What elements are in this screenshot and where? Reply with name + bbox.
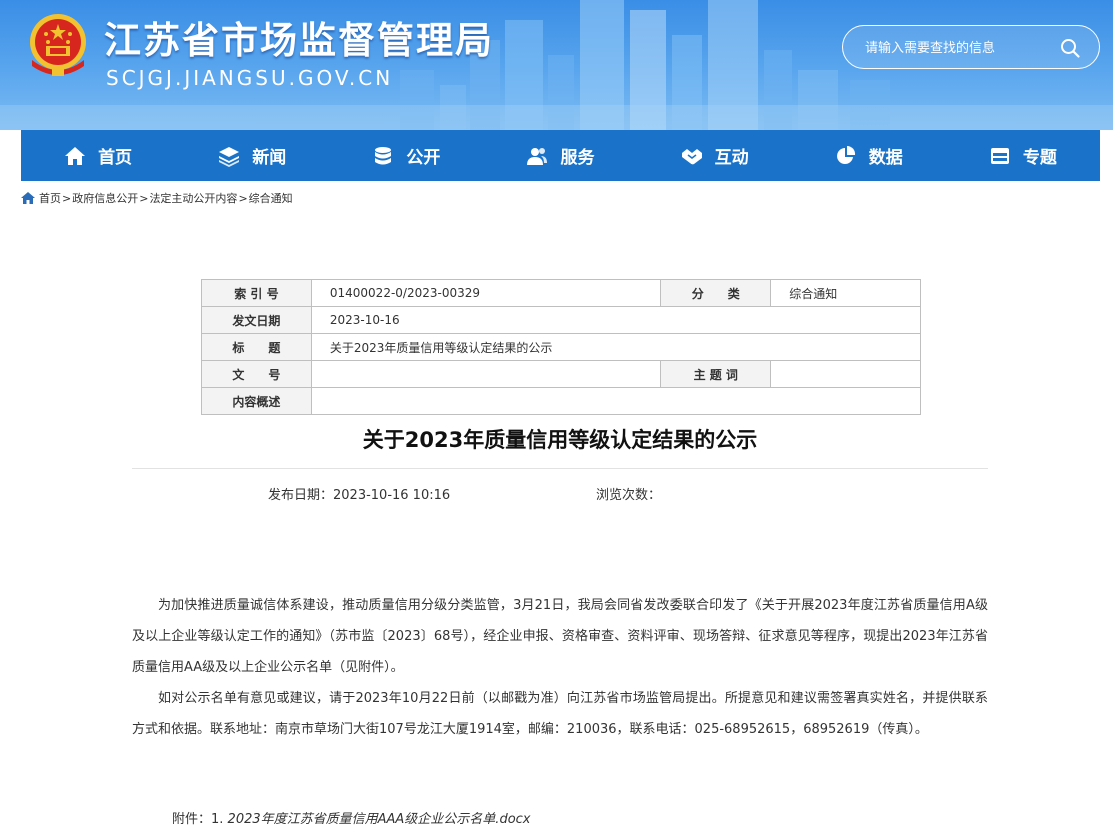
window-icon [990,147,1009,164]
article-paragraph: 为加快推进质量诚信体系建设，推动质量信用分级分类监管，3月21日，我局会同省发改… [132,598,988,675]
nav-item-label: 公开 [406,148,441,168]
breadcrumb-separator: > [62,191,72,205]
index-value: 01400022-0/2023-00329 [310,279,662,307]
summary-value [310,387,922,415]
database-icon [375,146,392,164]
keyword-value [770,360,921,388]
docno-value [310,360,662,388]
nav-item-label: 数据 [868,148,903,168]
nav-item-label: 新闻 [252,148,287,168]
nav-item-topics[interactable]: 专题 [946,130,1100,181]
pie-chart-icon [836,145,855,164]
handshake-icon [681,148,702,164]
table-row: 文 号 主 题 词 [201,360,921,388]
category-label: 分 类 [660,279,772,307]
date-label: 发文日期 [201,306,312,334]
title-divider [132,468,988,469]
index-label: 索 引 号 [201,279,312,307]
breadcrumb-item-home[interactable]: 首页 [39,190,61,206]
breadcrumb-item-legal-content[interactable]: 法定主动公开内容 [149,190,237,206]
table-row: 内容概述 [201,387,922,415]
site-header: 江苏省市场监督管理局 SCJGJ.JIANGSU.GOV.CN [0,0,1113,130]
title-value: 关于2023年质量信用等级认定结果的公示 [310,333,922,361]
publish-date: 发布日期：2023-10-16 10:16 [268,488,451,503]
attachment: 附件：1. 2023年度江苏省质量信用AAA级企业公示名单.docx [172,808,531,827]
nav-item-home[interactable]: 首页 [21,130,175,181]
search-input[interactable] [865,38,1055,58]
home-icon [65,146,86,165]
summary-label: 内容概述 [201,387,312,415]
breadcrumb-separator: > [139,191,149,205]
search-icon[interactable] [1059,37,1081,59]
users-icon [527,147,548,165]
home-icon [21,192,35,204]
docno-label: 文 号 [201,360,312,388]
breadcrumb-item-notice[interactable]: 综合通知 [249,190,293,206]
nav-item-news[interactable]: 新闻 [175,130,329,181]
breadcrumb-separator: > [238,191,248,205]
table-row: 索 引 号 01400022-0/2023-00329 分 类 综合通知 [201,279,921,307]
main-nav: 首页 新闻 公开 服务 互动 数据 专题 [21,130,1100,181]
category-value: 综合通知 [770,279,921,307]
search-box [842,25,1100,69]
nav-item-data[interactable]: 数据 [792,130,946,181]
breadcrumb: 首页 > 政府信息公开 > 法定主动公开内容 > 综合通知 [21,189,293,207]
nav-item-label: 服务 [560,148,595,168]
nav-item-label: 互动 [714,148,749,168]
keyword-label: 主 题 词 [660,360,772,388]
date-value: 2023-10-16 [310,306,922,334]
title-label: 标 题 [201,333,312,361]
table-row: 发文日期 2023-10-16 [201,306,922,334]
site-title[interactable]: 江苏省市场监督管理局 [104,10,494,64]
nav-item-service[interactable]: 服务 [483,130,637,181]
nav-item-label: 首页 [98,148,133,168]
attachment-link[interactable]: 2023年度江苏省质量信用AAA级企业公示名单.docx [228,812,531,827]
nav-item-label: 专题 [1022,148,1057,168]
nav-item-public[interactable]: 公开 [329,130,483,181]
layers-icon [219,146,240,167]
table-row: 标 题 关于2023年质量信用等级认定结果的公示 [201,333,922,361]
attachment-prefix: 附件：1. [172,812,228,827]
article-title: 关于2023年质量信用等级认定结果的公示 [362,428,758,452]
breadcrumb-item-gov-info[interactable]: 政府信息公开 [72,190,138,206]
nav-item-interaction[interactable]: 互动 [638,130,792,181]
site-url: SCJGJ.JIANGSU.GOV.CN [106,66,394,90]
view-count: 浏览次数： [596,488,662,503]
document-info-table: 索 引 号 01400022-0/2023-00329 分 类 综合通知 发文日… [201,279,922,415]
article-body: 为加快推进质量诚信体系建设，推动质量信用分级分类监管，3月21日，我局会同省发改… [132,590,988,745]
article-paragraph: 如对公示名单有意见或建议，请于2023年10月22日前（以邮戳为准）向江苏省市场… [132,691,988,737]
national-emblem-icon [30,14,86,76]
